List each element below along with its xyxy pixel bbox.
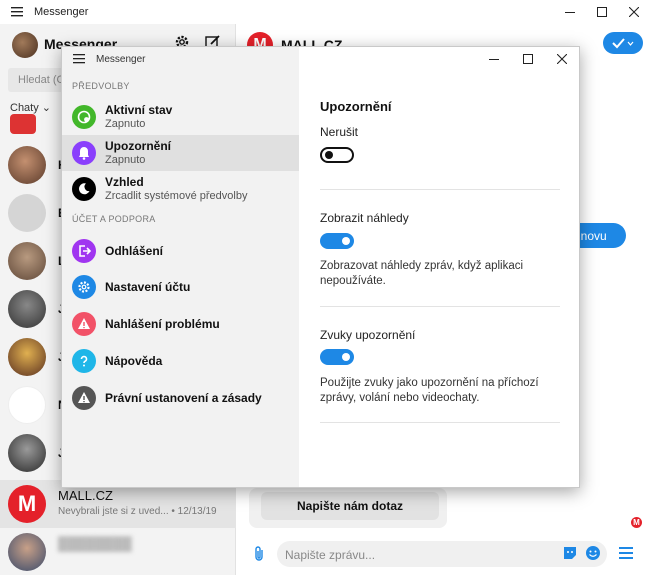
avatar [10,114,36,134]
sticker-icon[interactable] [562,545,578,564]
section-title-account: ÚČET A PODPORA [72,214,156,224]
avatar [8,386,46,424]
avatar [8,533,46,571]
divider [320,189,560,190]
avatar [8,242,46,280]
nav-item-appearance[interactable]: Vzhled Zrcadlit systémové předvolby [62,171,299,207]
settings-dialog: Messenger PŘEDVOLBY Aktivní stav Zapnuto… [61,46,580,488]
dialog-window-controls [477,47,579,71]
emoji-icon[interactable] [585,545,601,564]
nav-label: Odhlášení [105,244,164,258]
avatar: M [8,485,46,523]
nav-label: Aktivní stav [105,103,173,117]
active-status-icon [72,105,96,129]
paperclip-icon[interactable] [253,546,265,565]
hamburger-menu-icon[interactable] [62,54,96,64]
close-icon[interactable] [545,47,579,71]
nav-sublabel: Zapnuto [105,118,146,130]
hamburger-menu-icon[interactable] [619,547,633,562]
toggle-knob [342,353,350,361]
window-controls [554,0,650,24]
message-composer: Napište zprávu... [237,535,650,575]
settings-nav: Messenger PŘEDVOLBY Aktivní stav Zapnuto… [62,47,299,487]
main-titlebar: Messenger [0,0,650,24]
dialog-titlebar: Messenger [62,47,299,71]
nav-label: Nastavení účtu [105,280,191,294]
nav-label: Právní ustanovení a zásady [105,391,262,405]
conversation-date: • 12/13/19 [171,506,217,517]
nav-sublabel: Zapnuto [105,154,146,166]
nav-label: Nahlášení problému [105,317,220,331]
chats-filter[interactable]: Chaty ⌄ [10,101,51,114]
conversation-preview: Nevybrali jste si z uved... • 12/13/19 [58,506,217,517]
dnd-toggle[interactable] [320,147,354,163]
avatar [8,434,46,472]
nav-item-report-problem[interactable]: Nahlášení problému [62,306,299,342]
dnd-label: Nerušit [320,125,359,139]
previews-description: Zobrazovat náhledy zpráv, když aplikaci … [320,260,524,287]
checkmark-dropdown-button[interactable] [603,32,643,54]
conversation-name-blurred: ████████ [58,536,132,551]
avatar[interactable] [12,32,38,58]
message-input[interactable]: Napište zprávu... [277,541,607,567]
sounds-toggle[interactable] [320,349,354,365]
dialog-title: Messenger [96,53,146,65]
avatar [8,146,46,184]
nav-label: Nápověda [105,354,163,368]
list-item[interactable]: ████████ [0,528,236,575]
maximize-icon[interactable] [511,47,545,71]
previews-toggle[interactable] [320,233,354,249]
preview-text: Nevybrali jste si z uved... [58,506,169,517]
help-icon [72,349,96,373]
toggle-knob [325,151,333,159]
nav-item-logout[interactable]: Odhlášení [62,233,299,269]
minimize-icon[interactable] [477,47,511,71]
window-title: Messenger [34,6,89,18]
moon-icon [72,177,96,201]
panel-title: Upozornění [320,99,392,114]
nav-label: Vzhled [105,175,144,189]
nav-sublabel: Zrcadlit systémové předvolby [105,190,248,202]
divider [320,306,560,307]
hamburger-menu-icon[interactable] [0,0,34,24]
nav-item-notifications[interactable]: Upozornění Zapnuto [62,135,299,171]
sounds-label: Zvuky upozornění [320,328,416,342]
close-icon[interactable] [618,0,650,24]
avatar [8,338,46,376]
logout-icon [72,239,96,263]
warning-icon [72,312,96,336]
maximize-icon[interactable] [586,0,618,24]
nav-item-help[interactable]: Nápověda [62,343,299,379]
section-title-preferences: PŘEDVOLBY [72,81,130,91]
read-receipt-avatar: M [631,517,642,528]
nav-label: Upozornění [105,139,171,153]
nav-item-account-settings[interactable]: Nastavení účtu [62,269,299,305]
divider [320,422,560,423]
sounds-description: Použijte zvuky jako upozornění na přícho… [320,377,539,404]
previews-label: Zobrazit náhledy [320,211,409,225]
gear-icon [72,275,96,299]
avatar [8,194,46,232]
conversation-name: MALL.CZ [58,488,113,503]
bell-icon [72,141,96,165]
avatar [8,290,46,328]
nav-item-active-status[interactable]: Aktivní stav Zapnuto [62,99,299,135]
warning-icon [72,386,96,410]
nav-item-legal[interactable]: Právní ustanovení a zásady [62,380,299,416]
minimize-icon[interactable] [554,0,586,24]
toggle-knob [342,237,350,245]
ask-question-button[interactable]: Napište nám dotaz [261,492,439,520]
